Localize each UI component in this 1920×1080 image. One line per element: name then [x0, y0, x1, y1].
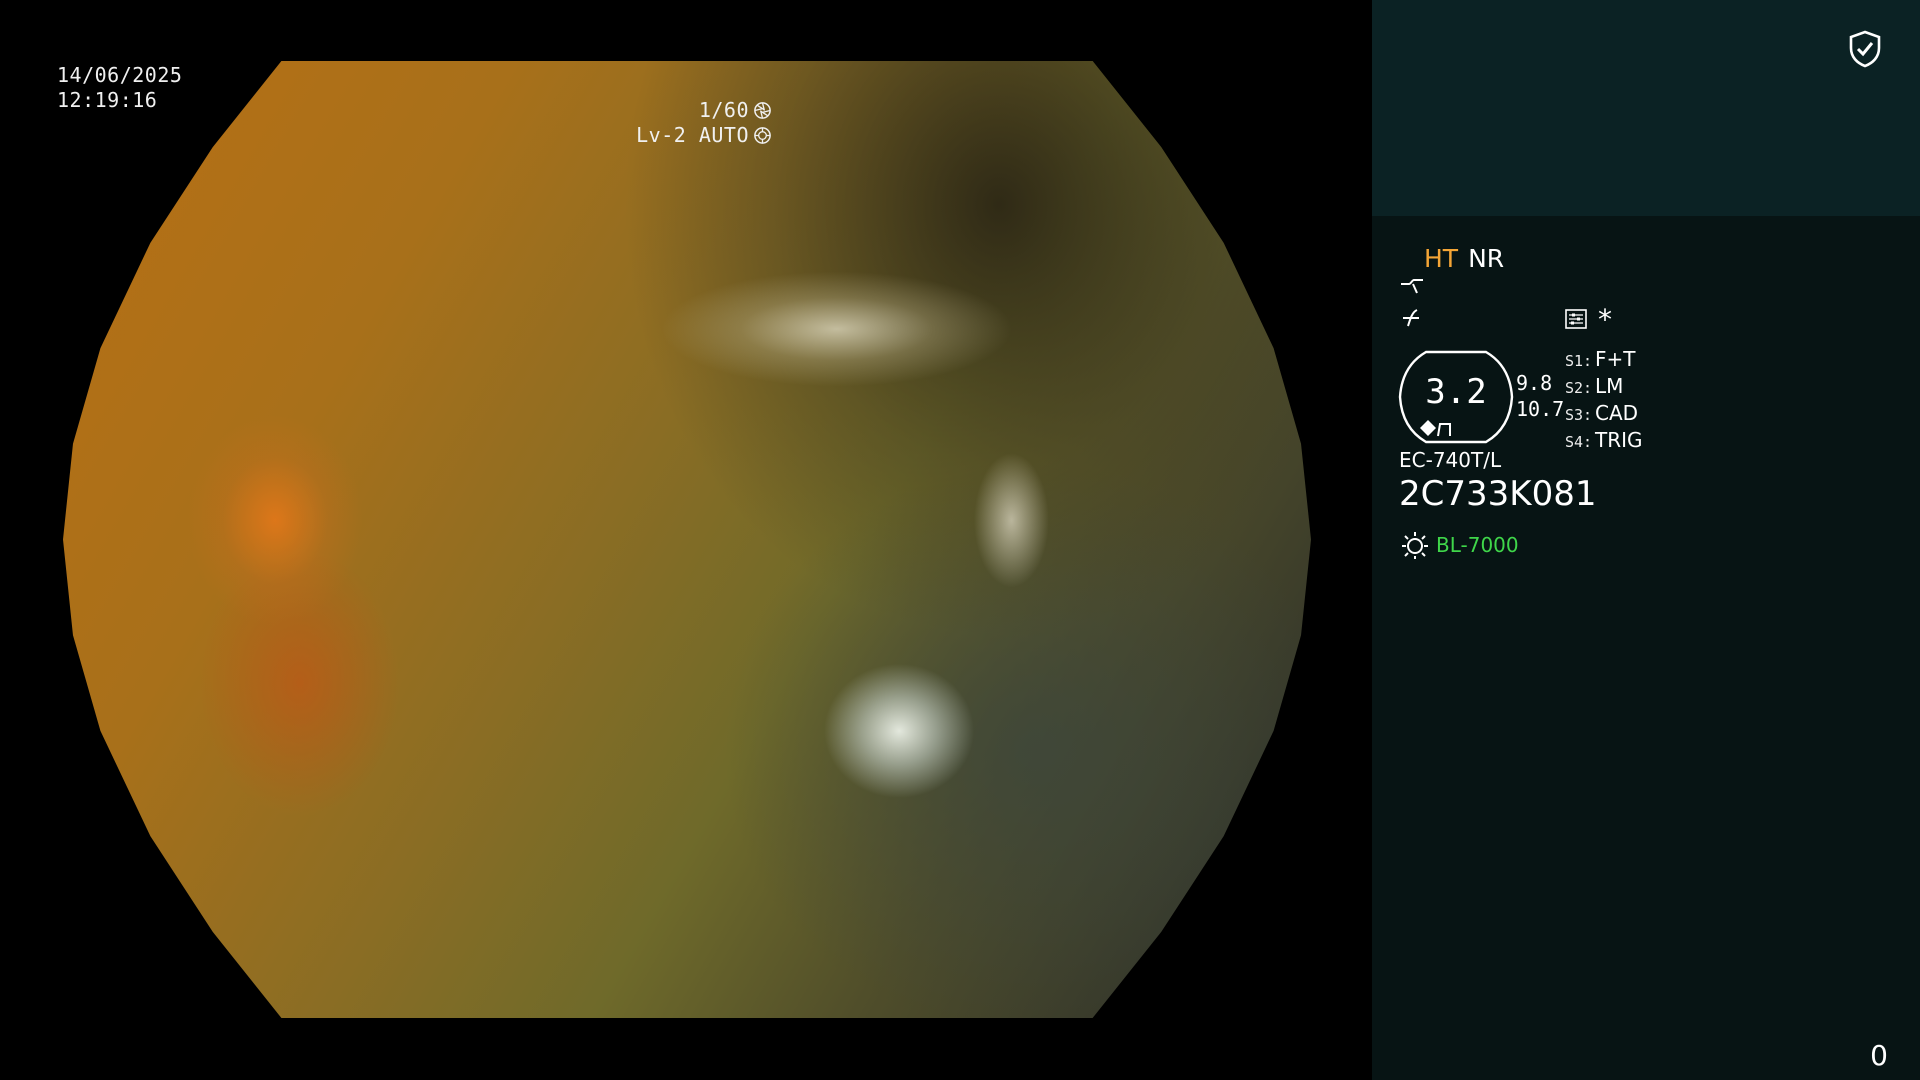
- light-source-icon: [1402, 532, 1428, 559]
- scope-side-values: 9.8 10.7: [1516, 370, 1564, 422]
- side-value-2: 10.7: [1516, 397, 1565, 421]
- time: 12:19:16: [57, 88, 158, 112]
- date: 14/06/2025: [57, 63, 183, 87]
- endoscope-view: 14/06/2025 12:19:16 1/60 Lv-2 AUTO: [0, 0, 1372, 1080]
- light-source: BL-7000: [1400, 530, 1519, 560]
- switch-slot: S4: TRIG: [1565, 428, 1643, 455]
- slot-key: S1:: [1565, 352, 1593, 370]
- slot-key: S3:: [1565, 406, 1593, 424]
- light-source-label: BL-7000: [1436, 533, 1519, 557]
- frame-counter: 0: [1870, 1039, 1888, 1072]
- contrast-icon: [1403, 309, 1419, 327]
- switch-assignments: S1: F+T S2: LM S3: CAD S4: TRIG: [1565, 347, 1643, 455]
- info-panel: HT NR * 3.2 9.8 10.7 S1: F+T S2: LM S3: CAD: [1372, 0, 1920, 1080]
- info-panel-header: [1372, 0, 1920, 216]
- iris-mode: Lv-2 AUTO: [636, 123, 749, 147]
- switch-slot: S2: LM: [1565, 374, 1643, 401]
- slot-value: LM: [1595, 374, 1624, 398]
- exposure-info: 1/60 Lv-2 AUTO: [636, 98, 772, 148]
- endoscopic-image: [63, 61, 1311, 1018]
- switch-slot: S1: F+T: [1565, 347, 1643, 374]
- slot-value: TRIG: [1595, 428, 1643, 452]
- iris-icon: [752, 126, 772, 146]
- slot-value: CAD: [1595, 401, 1639, 425]
- slot-key: S2:: [1565, 379, 1593, 397]
- endoscopy-monitor: 14/06/2025 12:19:16 1/60 Lv-2 AUTO HT NR…: [0, 0, 1920, 1080]
- side-value-1: 9.8: [1516, 371, 1553, 395]
- shutter-speed: 1/60: [698, 98, 749, 122]
- mode-nr: NR: [1468, 244, 1505, 273]
- scope-serial: 2C733K081: [1399, 474, 1597, 514]
- aperture-icon: [752, 101, 772, 121]
- asterisk-indicator: *: [1598, 303, 1612, 336]
- slot-value: F+T: [1595, 347, 1636, 371]
- shield-check-icon: [1849, 30, 1881, 68]
- processing-modes: HT NR: [1424, 244, 1504, 273]
- date-time: 14/06/2025 12:19:16: [57, 63, 182, 113]
- scope-model: EC-740T/L: [1399, 448, 1502, 472]
- settings-panel-icon: [1565, 309, 1587, 329]
- slot-key: S4:: [1565, 433, 1593, 451]
- enhance-curve-icon: [1401, 279, 1423, 294]
- scope-badge-value: 3.2: [1425, 372, 1487, 412]
- mode-ht: HT: [1424, 244, 1459, 273]
- switch-slot: S3: CAD: [1565, 401, 1643, 428]
